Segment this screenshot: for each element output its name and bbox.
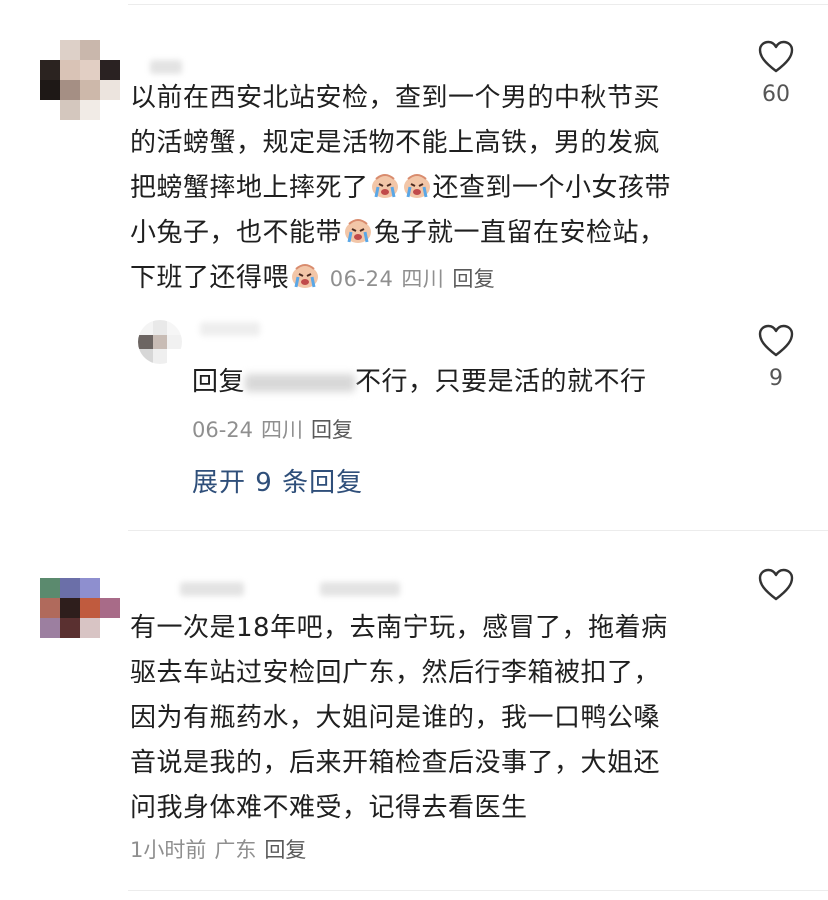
- avatar[interactable]: [40, 578, 120, 638]
- username-blurred: [150, 60, 182, 74]
- reply-location: 四川: [261, 418, 304, 442]
- expand-replies-link[interactable]: 展开 9 条回复: [192, 462, 363, 499]
- reply-button[interactable]: 回复: [311, 418, 353, 442]
- comment-meta: 1小时前 广东 回复: [130, 834, 314, 864]
- reply-time: 06-24: [192, 418, 254, 442]
- avatar[interactable]: [138, 320, 182, 364]
- comment-location: 四川: [401, 267, 445, 291]
- reply-button[interactable]: 回复: [264, 838, 306, 862]
- divider: [128, 4, 828, 5]
- reply-button[interactable]: 回复: [452, 267, 495, 291]
- comment-time: 06-24: [329, 267, 394, 291]
- username-blurred: [180, 582, 244, 596]
- comment-meta: 06-24 四川 回复: [330, 267, 504, 291]
- heart-icon: [758, 40, 794, 73]
- heart-icon: [758, 568, 794, 601]
- comment-location: 广东: [214, 838, 257, 862]
- like-button[interactable]: [746, 568, 806, 602]
- crying-emoji-icon: [402, 170, 432, 200]
- crying-emoji-icon: [290, 260, 320, 290]
- like-button[interactable]: 9: [746, 324, 806, 391]
- comment-time: 1小时前: [130, 838, 207, 862]
- like-count: 60: [762, 82, 790, 107]
- reply-text: 回复 不行，只要是活的就不行: [192, 367, 647, 397]
- crying-emoji-icon: [343, 215, 373, 245]
- like-count: 9: [769, 366, 783, 391]
- username-blurred: [320, 582, 400, 596]
- username-blurred: [200, 322, 260, 336]
- mention-blurred: [245, 374, 356, 392]
- divider: [128, 890, 828, 891]
- avatar[interactable]: [40, 40, 120, 120]
- crying-emoji-icon: [370, 170, 400, 200]
- reply-meta: 06-24 四川 回复: [192, 414, 361, 444]
- divider: [128, 530, 828, 531]
- comment-text: 以前在西安北站安检，查到一个男的中秋节买 的活螃蟹，规定是活物不能上高铁，男的发…: [130, 83, 672, 293]
- heart-icon: [758, 324, 794, 357]
- comment-text: 有一次是18年吧，去南宁玩，感冒了，拖着病 驱去车站过安检回广东，然后行李箱被扣…: [130, 613, 668, 823]
- like-button[interactable]: 60: [746, 40, 806, 107]
